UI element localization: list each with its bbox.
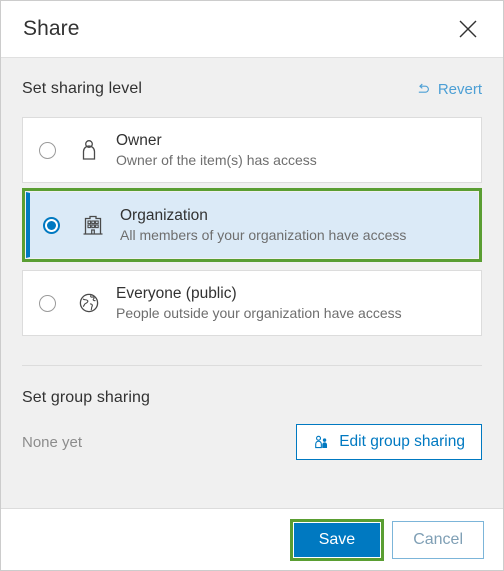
dialog-body: Set sharing level Revert Owner Owner of …: [1, 58, 503, 508]
radio-everyone[interactable]: [39, 294, 56, 312]
edit-group-sharing-button[interactable]: Edit group sharing: [296, 424, 482, 460]
save-button-highlight: Save: [289, 518, 385, 561]
option-title-owner: Owner: [116, 132, 162, 149]
group-people-icon: [315, 435, 328, 448]
option-text-owner: Owner Owner of the item(s) has access: [116, 132, 317, 168]
revert-label: Revert: [437, 80, 482, 98]
option-wrapper-everyone: Everyone (public) People outside your or…: [22, 266, 482, 340]
cancel-button[interactable]: Cancel: [392, 520, 484, 559]
sharing-level-header: Set sharing level Revert: [22, 80, 482, 98]
close-button[interactable]: [453, 14, 483, 44]
section-divider: [22, 365, 482, 366]
dialog-header: Share: [1, 1, 503, 58]
group-sharing-status: None yet: [22, 433, 83, 451]
close-icon: [459, 20, 477, 38]
option-text-organization: Organization All members of your organiz…: [120, 207, 406, 243]
page-title: Share: [23, 17, 80, 40]
radio-organization[interactable]: [43, 216, 60, 234]
save-button[interactable]: Save: [293, 522, 381, 557]
radio-owner[interactable]: [39, 141, 56, 159]
option-wrapper-owner: Owner Owner of the item(s) has access: [22, 113, 482, 187]
option-title-everyone: Everyone (public): [116, 285, 237, 302]
option-desc-owner: Owner of the item(s) has access: [116, 152, 317, 168]
sharing-level-options: Owner Owner of the item(s) has access Or…: [22, 113, 482, 340]
option-text-everyone: Everyone (public) People outside your or…: [116, 285, 402, 321]
option-desc-organization: All members of your organization have ac…: [120, 227, 407, 243]
revert-button[interactable]: Revert: [416, 81, 482, 98]
sharing-option-owner[interactable]: Owner Owner of the item(s) has access: [22, 117, 482, 183]
edit-group-sharing-label: Edit group sharing: [339, 433, 465, 450]
option-wrapper-organization: Organization All members of your organiz…: [22, 188, 482, 262]
group-sharing-heading: Set group sharing: [22, 389, 151, 406]
group-sharing-row: None yet Edit group sharing: [22, 424, 482, 460]
undo-arrow-icon: [418, 83, 429, 93]
option-title-organization: Organization: [120, 207, 208, 224]
option-desc-everyone: People outside your organization have ac…: [116, 305, 402, 321]
sharing-option-organization[interactable]: Organization All members of your organiz…: [26, 192, 478, 258]
person-icon: [76, 137, 102, 163]
building-icon: [80, 212, 106, 238]
sharing-option-everyone[interactable]: Everyone (public) People outside your or…: [22, 270, 482, 336]
sharing-level-heading: Set sharing level: [22, 80, 142, 97]
dialog-footer: Save Cancel: [1, 508, 503, 570]
globe-icon: [76, 290, 102, 316]
share-dialog: Share Set sharing level Revert Owner Own…: [0, 0, 504, 571]
